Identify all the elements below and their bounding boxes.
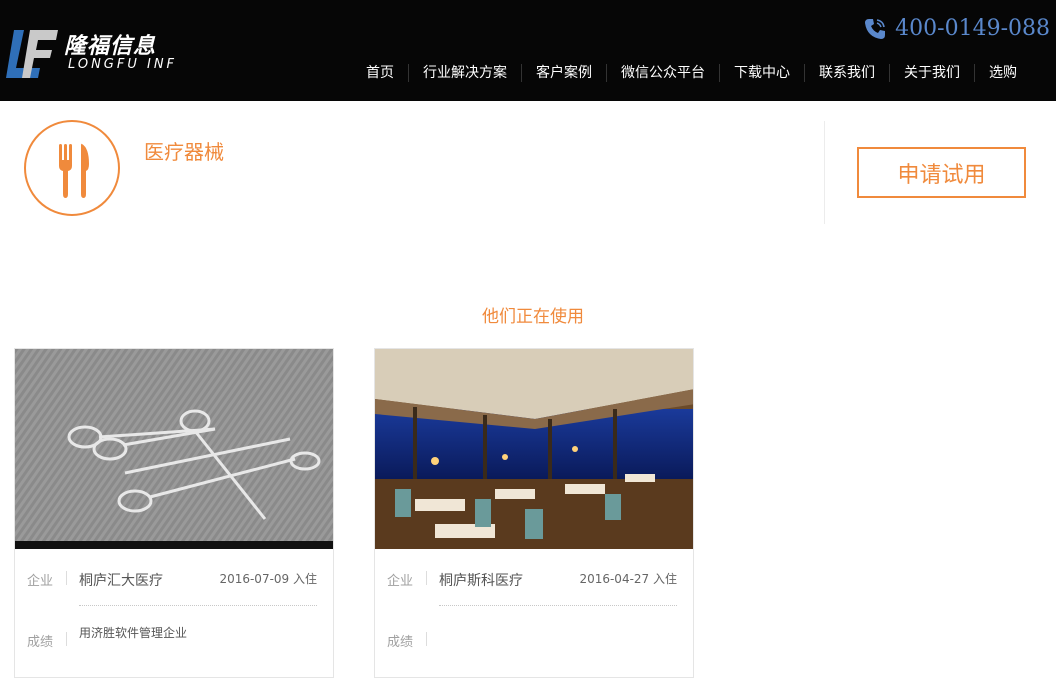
industry-title: 医疗器械: [144, 140, 224, 164]
dotted-divider: [79, 605, 317, 606]
label-separator: [66, 632, 67, 646]
nav-item-home[interactable]: 首页: [352, 64, 408, 82]
scissors-photo[interactable]: [15, 349, 334, 549]
result-text: 用济胜软件管理企业: [79, 626, 188, 640]
nav-item-purchase[interactable]: 选购: [974, 64, 1031, 82]
divider: [824, 121, 825, 224]
label-company: 企业: [27, 574, 54, 589]
apply-trial-button[interactable]: 申请试用: [857, 147, 1026, 198]
phone-icon: [865, 18, 886, 39]
nav-item-about[interactable]: 关于我们: [889, 64, 974, 82]
restaurant-photo[interactable]: [375, 349, 694, 549]
label-separator: [426, 571, 427, 585]
nav-item-wechat[interactable]: 微信公众平台: [606, 64, 719, 82]
case-card[interactable]: 企业 桐庐斯科医疗 2016-04-27 入住 成绩: [374, 348, 694, 678]
label-company: 企业: [387, 574, 414, 589]
label-result: 成绩: [27, 635, 54, 650]
dotted-divider: [439, 605, 677, 606]
fork-knife-icon: [59, 143, 89, 198]
phone-number: 400-0149-088: [895, 16, 1050, 41]
label-separator: [66, 571, 67, 585]
logo-name: 隆福信息: [64, 34, 157, 59]
logo-mark-icon: [6, 30, 58, 78]
main-nav: 首页 行业解决方案 客户案例 微信公众平台 下载中心 联系我们 关于我们 选购: [352, 64, 1031, 82]
logo-subtitle: LONGFU INF: [68, 57, 178, 72]
section-title: 他们正在使用: [482, 307, 584, 327]
join-date: 2016-04-27 入住: [579, 572, 677, 586]
phone-contact: 400-0149-088: [863, 16, 1050, 41]
join-date: 2016-07-09 入住: [219, 572, 317, 586]
nav-item-solutions[interactable]: 行业解决方案: [408, 64, 521, 82]
nav-item-cases[interactable]: 客户案例: [521, 64, 606, 82]
nav-item-contact[interactable]: 联系我们: [804, 64, 889, 82]
case-card[interactable]: 企业 桐庐汇大医疗 2016-07-09 入住 成绩 用济胜软件管理企业: [14, 348, 334, 678]
site-header: 隆福信息 LONGFU INF 400-0149-088 首页 行业解决方案 客…: [0, 0, 1056, 101]
industry-icon-circle: [24, 120, 120, 216]
company-name[interactable]: 桐庐斯科医疗: [439, 570, 523, 590]
label-separator: [426, 632, 427, 646]
company-name[interactable]: 桐庐汇大医疗: [79, 570, 163, 590]
label-result: 成绩: [387, 635, 414, 650]
nav-item-download[interactable]: 下载中心: [719, 64, 804, 82]
